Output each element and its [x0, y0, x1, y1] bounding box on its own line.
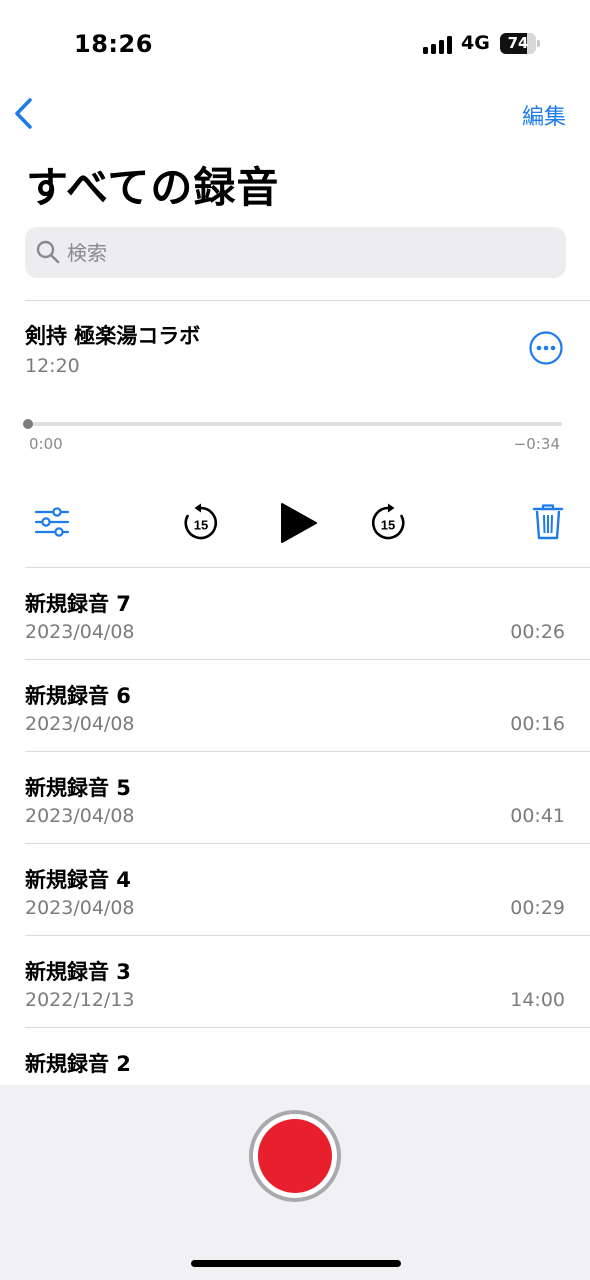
recording-date: 2023/04/08: [25, 805, 135, 827]
recording-date: 2023/04/08: [25, 897, 135, 919]
skip-back-15-icon: 15: [184, 503, 217, 540]
recording-name: 新規録音 7: [25, 592, 131, 616]
recording-name: 新規録音 2: [25, 1052, 131, 1076]
play-icon: [281, 503, 317, 543]
recording-duration: 00:41: [510, 805, 565, 827]
status-time: 18:26: [74, 30, 153, 58]
scrubber-track[interactable]: [28, 422, 562, 426]
skip-forward-15-button[interactable]: 15: [369, 502, 407, 542]
skip-back-label: 15: [194, 518, 208, 533]
list-item[interactable]: 新規録音 3 2022/12/13 14:00: [0, 936, 590, 1028]
recording-duration: 00:26: [510, 621, 565, 643]
options-button[interactable]: [34, 506, 70, 538]
more-icon: [529, 331, 563, 365]
search-bar[interactable]: [25, 227, 566, 278]
skip-forward-label: 15: [381, 518, 395, 533]
recording-time: 12:20: [25, 355, 80, 377]
recording-name: 新規録音 5: [25, 776, 131, 800]
recording-title[interactable]: 剣持 極楽湯コラボ: [25, 320, 200, 350]
divider: [25, 300, 590, 301]
battery-icon: 74: [500, 33, 540, 54]
elapsed-time: 0:00: [29, 435, 63, 453]
recording-name: 新規録音 6: [25, 684, 131, 708]
back-button[interactable]: [10, 94, 40, 134]
list-item[interactable]: 新規録音 6 2023/04/08 00:16: [0, 660, 590, 752]
delete-button[interactable]: [532, 503, 564, 541]
options-icon: [34, 507, 70, 537]
list-item[interactable]: 新規録音 5 2023/04/08 00:41: [0, 752, 590, 844]
search-icon: [36, 240, 60, 264]
recording-date: 2023/04/08: [25, 621, 135, 643]
back-chevron-icon: [15, 98, 32, 129]
recording-name: 新規録音 4: [25, 868, 131, 892]
status-bar: 18:26 4G 74: [0, 0, 590, 90]
recording-duration: 00:16: [510, 713, 565, 735]
recording-date: 2023/04/08: [25, 713, 135, 735]
record-button[interactable]: [249, 1110, 341, 1202]
home-indicator[interactable]: [191, 1260, 401, 1267]
list-item[interactable]: 新規録音 4 2023/04/08 00:29: [0, 844, 590, 936]
page-title: すべての録音: [26, 163, 280, 212]
trash-icon: [532, 504, 564, 540]
remaining-time: −0:34: [513, 435, 560, 453]
record-icon: [258, 1119, 332, 1193]
scrubber-knob[interactable]: [23, 419, 33, 429]
signal-icon: [423, 36, 453, 54]
network-type: 4G: [461, 32, 490, 54]
recording-duration: 00:29: [510, 897, 565, 919]
recording-date: 2022/12/13: [25, 989, 135, 1011]
list-item[interactable]: 新規録音 7 2023/04/08 00:26: [0, 568, 590, 660]
battery-level: 74: [507, 34, 529, 52]
play-button[interactable]: [278, 501, 318, 545]
skip-forward-15-icon: 15: [372, 503, 405, 540]
recording-duration: 14:00: [510, 989, 565, 1011]
more-button[interactable]: [529, 331, 563, 365]
edit-button[interactable]: 編集: [522, 99, 566, 131]
search-input[interactable]: [67, 227, 547, 278]
skip-back-15-button[interactable]: 15: [182, 502, 220, 542]
recording-name: 新規録音 3: [25, 960, 131, 984]
